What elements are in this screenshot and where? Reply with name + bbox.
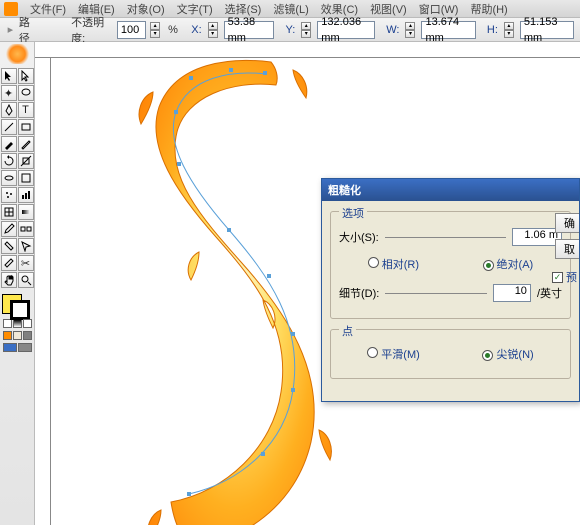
opacity-field[interactable]: 100 bbox=[117, 21, 146, 39]
color-mode[interactable] bbox=[3, 319, 12, 328]
live-paint-tool[interactable] bbox=[1, 238, 17, 254]
swatch-2[interactable] bbox=[23, 331, 32, 340]
warp-tool[interactable] bbox=[1, 170, 17, 186]
mesh-tool[interactable] bbox=[1, 204, 17, 220]
color-mode-row bbox=[3, 319, 32, 328]
blend-tool[interactable] bbox=[18, 221, 34, 237]
eyedropper-tool[interactable] bbox=[1, 221, 17, 237]
ruler-horizontal bbox=[35, 42, 580, 58]
roughen-dialog: 粗糙化 选项 大小(S): 1.06 m 相对(R) 绝对(A) 细节(D): … bbox=[321, 178, 580, 402]
menu-object[interactable]: 对象(O) bbox=[121, 0, 171, 18]
hand-tool[interactable] bbox=[1, 272, 17, 288]
menu-view[interactable]: 视图(V) bbox=[364, 0, 413, 18]
pen-tool[interactable] bbox=[1, 102, 17, 118]
lasso-tool[interactable] bbox=[18, 85, 34, 101]
detail-slider[interactable] bbox=[385, 293, 487, 294]
stroke-color[interactable] bbox=[10, 300, 30, 320]
detail-unit: /英寸 bbox=[537, 285, 562, 301]
menu-filter[interactable]: 滤镜(L) bbox=[267, 0, 314, 18]
w-field[interactable]: 13.674 mm bbox=[421, 21, 475, 39]
free-transform-tool[interactable] bbox=[18, 170, 34, 186]
opacity-stepper[interactable]: ▴▾ bbox=[150, 22, 160, 38]
zoom-tool[interactable] bbox=[18, 272, 34, 288]
app-icon bbox=[4, 2, 18, 16]
size-label: 大小(S): bbox=[339, 229, 379, 245]
y-label: Y: bbox=[286, 24, 296, 36]
reflect-tool[interactable] bbox=[18, 153, 34, 169]
points-group: 点 平滑(M) 尖锐(N) bbox=[330, 329, 571, 379]
artwork-s-letter[interactable] bbox=[81, 58, 351, 525]
live-paint-selection-tool[interactable] bbox=[18, 238, 34, 254]
slice-tool[interactable] bbox=[1, 255, 17, 271]
paintbrush-tool[interactable] bbox=[1, 136, 17, 152]
path-label: 路径 bbox=[19, 14, 39, 46]
menu-help[interactable]: 帮助(H) bbox=[464, 0, 513, 18]
relative-radio[interactable]: 相对(R) bbox=[368, 256, 419, 272]
selection-tool[interactable] bbox=[1, 68, 17, 84]
magic-wand-tool[interactable]: ✦ bbox=[1, 85, 17, 101]
menu-type[interactable]: 文字(T) bbox=[171, 0, 219, 18]
gradient-mode[interactable] bbox=[13, 319, 22, 328]
gradient-tool[interactable] bbox=[18, 204, 34, 220]
ok-button[interactable]: 确 bbox=[555, 213, 579, 233]
w-label: W: bbox=[386, 24, 399, 36]
ruler-vertical bbox=[35, 58, 51, 525]
y-field[interactable]: 132.036 mm bbox=[317, 21, 375, 39]
smooth-radio[interactable]: 平滑(M) bbox=[367, 346, 420, 362]
points-legend: 点 bbox=[339, 323, 356, 339]
rotate-tool[interactable] bbox=[1, 153, 17, 169]
type-tool[interactable]: T bbox=[18, 102, 34, 118]
detail-field[interactable]: 10 bbox=[493, 284, 531, 302]
options-legend: 选项 bbox=[339, 205, 367, 221]
h-field[interactable]: 51.153 mm bbox=[520, 21, 574, 39]
scissors-tool[interactable]: ✂ bbox=[18, 255, 34, 271]
opacity-label: 不透明度: bbox=[71, 14, 113, 46]
line-tool[interactable] bbox=[1, 119, 17, 135]
options-group: 选项 大小(S): 1.06 m 相对(R) 绝对(A) 细节(D): 10 /… bbox=[330, 211, 571, 319]
options-bar: ▸ 路径 不透明度: 100 ▴▾ % X: ▴▾ 53.38 mm Y: ▴▾… bbox=[0, 18, 580, 42]
pencil-tool[interactable] bbox=[18, 136, 34, 152]
x-stepper[interactable]: ▴▾ bbox=[208, 22, 218, 38]
direct-selection-tool[interactable] bbox=[18, 68, 34, 84]
screen-mode[interactable] bbox=[3, 343, 17, 352]
swatch-0[interactable] bbox=[3, 331, 12, 340]
h-label: H: bbox=[487, 24, 498, 36]
panel-decoration bbox=[1, 44, 34, 64]
preview-checkbox[interactable]: 预 bbox=[552, 269, 577, 285]
x-field[interactable]: 53.38 mm bbox=[224, 21, 275, 39]
dialog-title[interactable]: 粗糙化 bbox=[322, 179, 579, 201]
x-label: X: bbox=[191, 24, 201, 36]
y-stepper[interactable]: ▴▾ bbox=[301, 22, 311, 38]
opacity-unit: % bbox=[168, 24, 178, 36]
none-mode[interactable] bbox=[23, 319, 32, 328]
graph-tool[interactable] bbox=[18, 187, 34, 203]
breadcrumb-icon[interactable]: ▸ bbox=[6, 23, 15, 36]
h-stepper[interactable]: ▴▾ bbox=[504, 22, 514, 38]
absolute-radio[interactable]: 绝对(A) bbox=[483, 256, 534, 272]
symbol-sprayer-tool[interactable] bbox=[1, 187, 17, 203]
w-stepper[interactable]: ▴▾ bbox=[405, 22, 415, 38]
screen-mode-full[interactable] bbox=[18, 343, 32, 352]
detail-label: 细节(D): bbox=[339, 285, 379, 301]
corner-radio[interactable]: 尖锐(N) bbox=[482, 346, 533, 362]
swatch-1[interactable] bbox=[13, 331, 22, 340]
swatch-row bbox=[3, 331, 32, 340]
size-slider[interactable] bbox=[385, 237, 506, 238]
cancel-button[interactable]: 取 bbox=[555, 239, 579, 259]
tool-panel: ✦ T ✂ bbox=[0, 42, 35, 525]
rectangle-tool[interactable] bbox=[18, 119, 34, 135]
color-well[interactable] bbox=[2, 294, 32, 316]
